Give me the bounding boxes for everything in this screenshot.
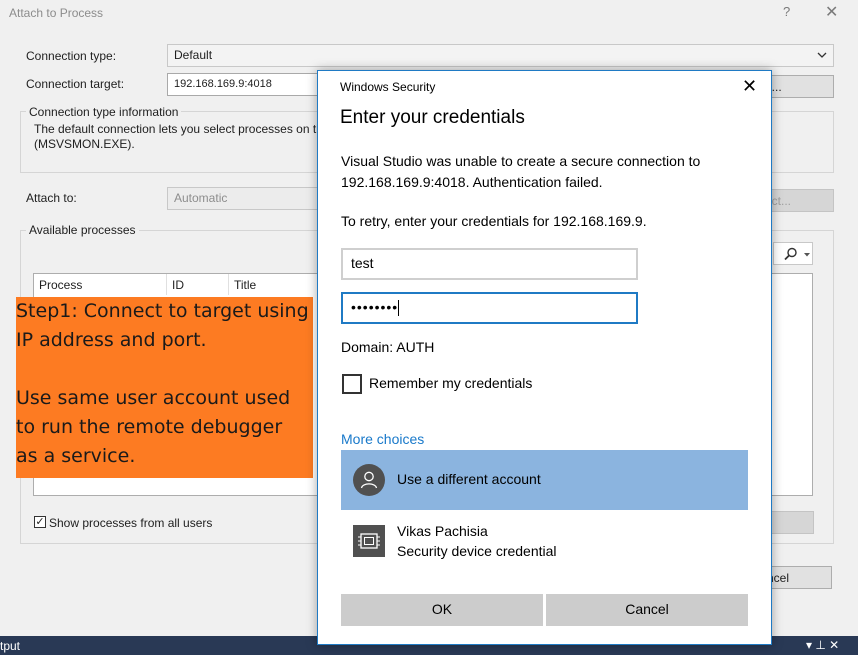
note-line-2: IP address and port. [16,329,207,351]
windows-security-dialog: Windows Security ✕ Enter your credential… [317,70,772,645]
credentials-heading: Enter your credentials [340,107,525,128]
security-close-button[interactable]: ✕ [742,77,757,95]
note-line-1: Step1: Connect to target using [16,300,309,322]
available-processes-title: Available processes [26,223,139,237]
password-value: •••••••• [351,299,399,315]
help-button[interactable]: ? [783,4,790,19]
connection-target-input[interactable]: 192.168.169.9:4018 [167,73,327,96]
panel-controls-icon[interactable]: ▾ ⊥ ✕ [806,638,839,652]
more-choices-link[interactable]: More choices [341,431,424,447]
chevron-down-icon [817,52,827,58]
error-message-line-1: Visual Studio was unable to create a sec… [341,153,701,169]
connection-type-value: Default [174,48,213,62]
note-line-4: Use same user account used [16,387,291,409]
attach-to-field[interactable]: Automatic [167,187,327,210]
username-input[interactable]: test [341,248,638,280]
domain-text: Domain: AUTH [341,339,435,355]
show-all-users-label: Show processes from all users [49,516,213,530]
note-line-3 [16,355,313,384]
output-tab-label[interactable]: tput [0,639,20,653]
user-avatar-icon [353,464,385,496]
close-button[interactable]: ✕ [825,2,838,22]
dialog-title: Attach to Process [9,6,104,20]
connection-info-title: Connection type information [26,105,182,119]
text-cursor [398,300,400,317]
security-chip-icon [353,525,385,557]
attach-to-label: Attach to: [26,191,77,205]
column-title[interactable]: Title [229,274,319,295]
connection-target-label: Connection target: [26,77,125,91]
note-line-5: to run the remote debugger [16,416,283,438]
connection-info-text: The default connection lets you select p… [34,122,323,136]
account-subtitle: Security device credential [397,543,557,559]
connection-type-label: Connection type: [26,49,117,63]
password-input[interactable]: •••••••• [341,292,638,324]
process-filter-box[interactable] [773,242,813,265]
error-message-line-2: 192.168.169.9:4018. Authentication faile… [341,174,603,190]
account-option-different[interactable]: Use a different account [341,450,748,510]
search-icon [784,247,797,261]
show-all-users-checkbox[interactable]: ✓ [34,516,46,528]
column-process[interactable]: Process [34,274,167,295]
chevron-down-icon [804,253,810,257]
column-id[interactable]: ID [167,274,229,295]
note-line-6: as a service. [16,445,136,467]
connection-info-text-2: (MSVSMON.EXE). [34,137,135,151]
remember-credentials-checkbox[interactable] [342,374,362,394]
security-dialog-title: Windows Security [340,80,436,94]
remember-credentials-label: Remember my credentials [369,375,533,391]
connection-type-dropdown[interactable]: Default [167,44,834,67]
retry-message: To retry, enter your credentials for 192… [341,213,647,229]
account-name: Vikas Pachisia [397,523,488,539]
account-option-vikas[interactable]: Vikas Pachisia Security device credentia… [341,512,748,572]
step-note-overlay: Step1: Connect to target using IP addres… [16,297,313,478]
account-option-label: Use a different account [397,471,541,487]
cancel-button[interactable]: Cancel [546,594,748,626]
ok-button[interactable]: OK [341,594,543,626]
